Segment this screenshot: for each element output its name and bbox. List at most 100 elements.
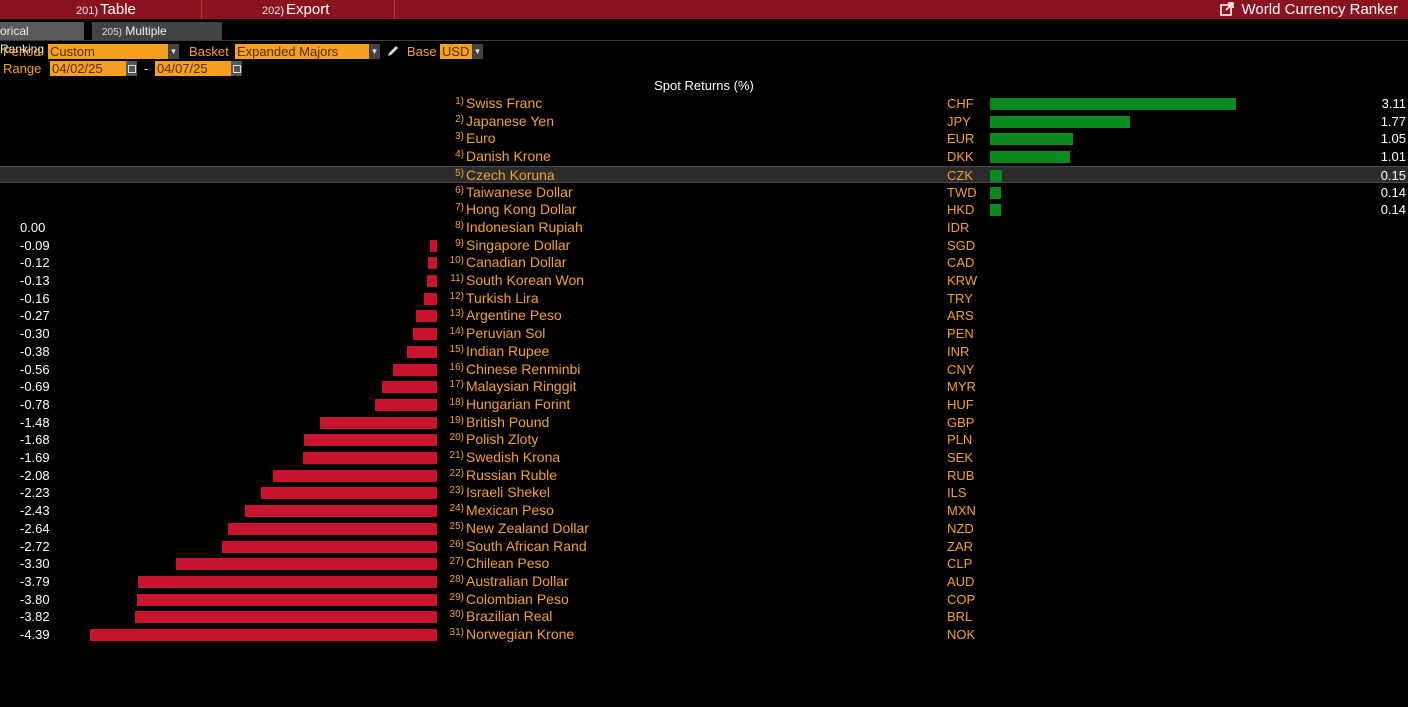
table-row[interactable]: 7) Hong Kong Dollar HKD 0.14: [0, 201, 1408, 218]
currency-name[interactable]: Colombian Peso: [466, 591, 569, 607]
currency-name[interactable]: Canadian Dollar: [466, 254, 566, 270]
base-dropdown-icon[interactable]: ▼: [472, 44, 483, 59]
currency-code: JPY: [947, 113, 971, 129]
table-row[interactable]: 30) Brazilian Real BRL -3.82: [0, 608, 1408, 625]
data-label: -0.09: [20, 237, 50, 253]
currency-name[interactable]: Russian Ruble: [466, 467, 557, 483]
export-button-number: 202): [262, 5, 285, 17]
table-row[interactable]: 16) Chinese Renminbi CNY -0.56: [0, 361, 1408, 378]
currency-name[interactable]: Australian Dollar: [466, 573, 569, 589]
currency-name[interactable]: Singapore Dollar: [466, 237, 570, 253]
table-row[interactable]: 12) Turkish Lira TRY -0.16: [0, 290, 1408, 307]
currency-name[interactable]: Czech Koruna: [466, 167, 555, 183]
bar-positive: [990, 169, 1002, 182]
currency-code: ILS: [947, 485, 967, 501]
table-row[interactable]: 19) British Pound GBP -1.48: [0, 414, 1408, 431]
range-end-input[interactable]: 04/07/25: [155, 61, 231, 76]
data-label: -1.69: [20, 450, 50, 465]
currency-name[interactable]: Brazilian Real: [466, 608, 552, 624]
data-label: -1.68: [20, 432, 50, 448]
app-title[interactable]: World Currency Ranker: [1219, 0, 1398, 19]
table-row[interactable]: 21) Swedish Krona SEK -1.69: [0, 449, 1408, 466]
currency-name[interactable]: New Zealand Dollar: [466, 520, 589, 536]
currency-code: COP: [947, 591, 976, 607]
table-row[interactable]: 13) Argentine Peso ARS -0.27: [0, 307, 1408, 324]
currency-code: MYR: [947, 379, 976, 395]
rank-label: 13): [449, 308, 464, 320]
table-row[interactable]: 4) Danish Krone DKK 1.01: [0, 148, 1408, 165]
currency-name[interactable]: Chinese Renminbi: [466, 361, 580, 377]
currency-name[interactable]: Mexican Peso: [466, 502, 554, 518]
table-row[interactable]: 26) South African Rand ZAR -2.72: [0, 538, 1408, 555]
table-row[interactable]: 20) Polish Zloty PLN -1.68: [0, 431, 1408, 448]
period-select[interactable]: Custom: [48, 44, 168, 59]
currency-name[interactable]: Israeli Shekel: [466, 484, 550, 500]
currency-name[interactable]: Chilean Peso: [466, 555, 549, 571]
currency-name[interactable]: Indian Rupee: [466, 343, 549, 359]
table-button[interactable]: 201) Table: [76, 0, 136, 19]
table-row[interactable]: 14) Peruvian Sol PEN -0.30: [0, 325, 1408, 342]
table-row[interactable]: 29) Colombian Peso COP -3.80: [0, 591, 1408, 608]
currency-name[interactable]: Norwegian Krone: [466, 626, 574, 642]
table-row[interactable]: 8) Indonesian Rupiah IDR 0.00: [0, 219, 1408, 236]
table-row[interactable]: 5) Czech Koruna CZK 0.15: [0, 165, 1408, 183]
data-label: -2.43: [20, 503, 50, 519]
table-row[interactable]: 1) Swiss Franc CHF 3.11: [0, 95, 1408, 112]
currency-name[interactable]: Malaysian Ringgit: [466, 378, 577, 394]
currency-name[interactable]: Euro: [466, 130, 496, 146]
currency-name[interactable]: British Pound: [466, 414, 549, 430]
table-row[interactable]: 24) Mexican Peso MXN -2.43: [0, 502, 1408, 519]
basket-select[interactable]: Expanded Majors: [235, 44, 369, 59]
base-select[interactable]: USD: [440, 44, 472, 59]
calendar-icon[interactable]: [126, 61, 137, 76]
rank-label: 29): [449, 591, 464, 603]
period-dropdown-icon[interactable]: ▼: [168, 44, 179, 59]
currency-name[interactable]: Hungarian Forint: [466, 396, 570, 412]
currency-name[interactable]: Indonesian Rupiah: [466, 219, 583, 235]
data-label: -0.30: [20, 326, 50, 342]
currency-code: NZD: [947, 520, 974, 536]
currency-code: CHF: [947, 96, 974, 111]
currency-name[interactable]: South African Rand: [466, 538, 587, 554]
currency-name[interactable]: Swedish Krona: [466, 449, 560, 465]
currency-code: BRL: [947, 609, 973, 625]
table-row[interactable]: 18) Hungarian Forint HUF -0.78: [0, 396, 1408, 413]
table-row[interactable]: 17) Malaysian Ringgit MYR -0.69: [0, 378, 1408, 395]
table-row[interactable]: 6) Taiwanese Dollar TWD 0.14: [0, 184, 1408, 201]
basket-dropdown-icon[interactable]: ▼: [369, 44, 380, 59]
currency-name[interactable]: Peruvian Sol: [466, 325, 545, 341]
table-row[interactable]: 27) Chilean Peso CLP -3.30: [0, 555, 1408, 572]
table-row[interactable]: 22) Russian Ruble RUB -2.08: [0, 467, 1408, 484]
currency-name[interactable]: Polish Zloty: [466, 431, 538, 447]
table-row[interactable]: 9) Singapore Dollar SGD -0.09: [0, 237, 1408, 254]
currency-name[interactable]: Turkish Lira: [466, 290, 539, 306]
table-row[interactable]: 2) Japanese Yen JPY 1.77: [0, 113, 1408, 130]
currency-name[interactable]: South Korean Won: [466, 272, 584, 288]
export-button[interactable]: 202) Export: [262, 0, 329, 19]
rank-label: 8): [455, 219, 464, 231]
table-row[interactable]: 23) Israeli Shekel ILS -2.23: [0, 484, 1408, 501]
calendar-icon[interactable]: [231, 61, 242, 76]
table-row[interactable]: 3) Euro EUR 1.05: [0, 130, 1408, 147]
period-label: Period: [3, 44, 41, 59]
range-start-input[interactable]: 04/02/25: [50, 61, 126, 76]
table-row[interactable]: 15) Indian Rupee INR -0.38: [0, 343, 1408, 360]
app-title-text: World Currency Ranker: [1241, 1, 1398, 18]
tab-historical-ranking[interactable]: orical Ranking: [0, 22, 84, 56]
currency-name[interactable]: Swiss Franc: [466, 95, 542, 111]
table-row[interactable]: 28) Australian Dollar AUD -3.79: [0, 573, 1408, 590]
table-row[interactable]: 25) New Zealand Dollar NZD -2.64: [0, 520, 1408, 537]
tab-multiple-ranking[interactable]: 205) Multiple Ranking: [92, 22, 222, 58]
currency-name[interactable]: Taiwanese Dollar: [466, 184, 573, 200]
currency-name[interactable]: Japanese Yen: [466, 113, 554, 129]
rank-label: 2): [455, 113, 464, 125]
currency-name[interactable]: Hong Kong Dollar: [466, 201, 577, 217]
currency-name[interactable]: Argentine Peso: [466, 307, 562, 323]
currency-code: MXN: [947, 503, 976, 519]
table-row[interactable]: 11) South Korean Won KRW -0.13: [0, 272, 1408, 289]
pencil-icon[interactable]: [386, 44, 400, 58]
table-row[interactable]: 31) Norwegian Krone NOK -4.39: [0, 626, 1408, 643]
currency-name[interactable]: Danish Krone: [466, 148, 551, 164]
data-label: -1.48: [20, 414, 50, 430]
table-row[interactable]: 10) Canadian Dollar CAD -0.12: [0, 254, 1408, 271]
